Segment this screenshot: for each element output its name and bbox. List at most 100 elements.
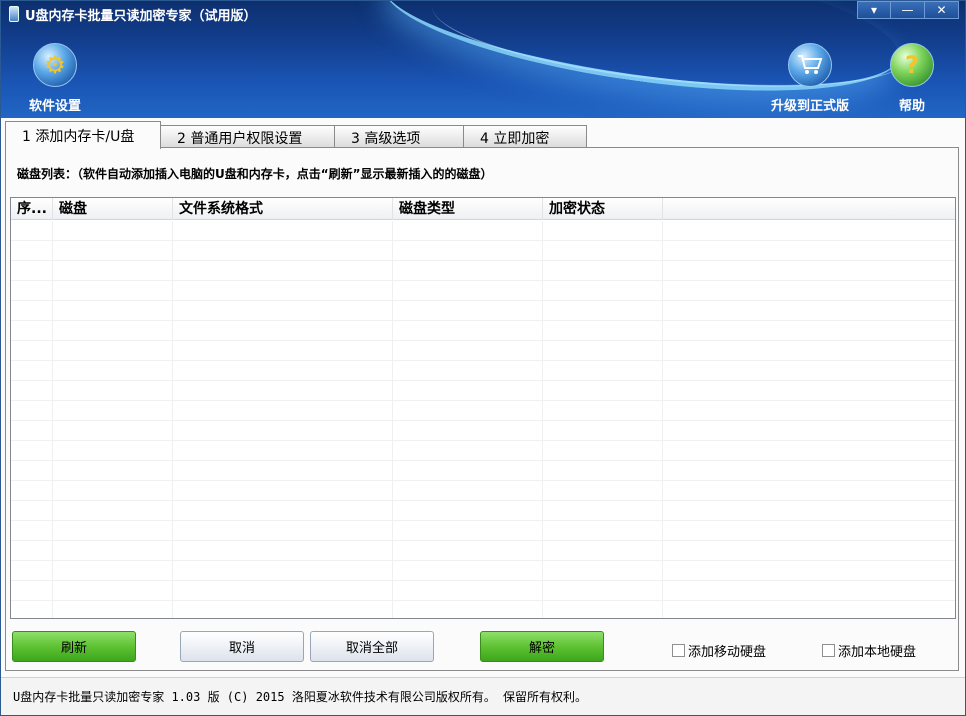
table-cell: [543, 281, 663, 301]
table-cell: [543, 241, 663, 261]
table-cell: [393, 261, 543, 281]
table-cell: [11, 321, 53, 341]
table-cell: [53, 421, 173, 441]
tab-user-permissions[interactable]: 2 普通用户权限设置: [160, 125, 335, 149]
table-row: [11, 561, 955, 581]
column-header-filesystem[interactable]: 文件系统格式: [173, 198, 393, 220]
table-cell: [11, 281, 53, 301]
table-cell: [543, 541, 663, 561]
settings-label: 软件设置: [29, 99, 82, 114]
table-row: [11, 581, 955, 601]
table-cell: [173, 221, 393, 241]
table-cell: [393, 481, 543, 501]
header-banner: U盘内存卡批量只读加密专家（试用版） ▾ — ✕ ⚙ 软件设置 升级到正式版 ?…: [1, 1, 965, 118]
disk-list-table[interactable]: 序... 磁盘 文件系统格式 磁盘类型 加密状态: [10, 197, 956, 619]
table-cell: [53, 601, 173, 618]
upgrade-label: 升级到正式版: [771, 99, 850, 114]
table-cell: [173, 541, 393, 561]
table-cell: [173, 241, 393, 261]
table-cell: [393, 301, 543, 321]
table-body: [11, 221, 955, 618]
table-cell: [11, 441, 53, 461]
table-cell: [543, 261, 663, 281]
tab-add-disk[interactable]: 1 添加内存卡/U盘: [5, 121, 161, 149]
window-title: U盘内存卡批量只读加密专家（试用版）: [25, 8, 257, 24]
table-cell: [173, 281, 393, 301]
tab-advanced-options[interactable]: 3 高级选项: [334, 125, 464, 149]
table-cell: [393, 581, 543, 601]
table-cell: [53, 481, 173, 501]
table-cell: [173, 521, 393, 541]
table-row: [11, 301, 955, 321]
table-cell: [11, 341, 53, 361]
table-row: [11, 341, 955, 361]
table-cell: [393, 321, 543, 341]
table-cell: [393, 461, 543, 481]
add-local-disk-label: 添加本地硬盘: [838, 645, 917, 660]
table-cell: [543, 361, 663, 381]
table-cell: [53, 521, 173, 541]
column-header-disk[interactable]: 磁盘: [53, 198, 173, 220]
cancel-button[interactable]: 取消: [180, 631, 304, 662]
table-cell: [173, 501, 393, 521]
table-cell: [173, 341, 393, 361]
help-button[interactable]: ? 帮助: [890, 43, 934, 114]
table-cell: [543, 381, 663, 401]
table-cell: [53, 361, 173, 381]
checkbox-box[interactable]: [672, 644, 685, 657]
table-row: [11, 541, 955, 561]
table-cell: [11, 301, 53, 321]
table-cell: [53, 281, 173, 301]
table-cell: [53, 561, 173, 581]
add-removable-disk-checkbox[interactable]: 添加移动硬盘: [672, 641, 766, 660]
gear-icon: ⚙: [33, 43, 77, 87]
table-row: [11, 501, 955, 521]
table-row: [11, 601, 955, 618]
table-cell: [11, 401, 53, 421]
table-cell: [173, 301, 393, 321]
table-cell: [11, 501, 53, 521]
table-cell: [393, 401, 543, 421]
table-cell: [543, 321, 663, 341]
table-cell: [393, 541, 543, 561]
close-button[interactable]: ✕: [925, 1, 959, 19]
table-cell: [11, 601, 53, 618]
add-local-disk-checkbox[interactable]: 添加本地硬盘: [822, 641, 916, 660]
table-cell: [53, 581, 173, 601]
checkbox-box[interactable]: [822, 644, 835, 657]
table-cell: [11, 461, 53, 481]
table-cell: [543, 521, 663, 541]
column-header-encryption-status[interactable]: 加密状态: [543, 198, 663, 220]
table-cell: [11, 541, 53, 561]
table-cell: [53, 501, 173, 521]
decrypt-button[interactable]: 解密: [480, 631, 604, 662]
table-cell: [393, 521, 543, 541]
table-cell: [53, 441, 173, 461]
table-row: [11, 221, 955, 241]
table-cell: [11, 521, 53, 541]
table-cell: [11, 381, 53, 401]
column-header-disk-type[interactable]: 磁盘类型: [393, 198, 543, 220]
cancel-all-button[interactable]: 取消全部: [310, 631, 434, 662]
settings-button[interactable]: ⚙ 软件设置: [29, 43, 81, 114]
help-question-icon: ?: [890, 43, 934, 87]
table-cell: [173, 421, 393, 441]
minimize-button[interactable]: —: [891, 1, 925, 19]
window-controls: ▾ — ✕: [857, 1, 959, 19]
table-cell: [53, 241, 173, 261]
menu-dropdown-button[interactable]: ▾: [857, 1, 891, 19]
column-header-index[interactable]: 序...: [11, 198, 53, 220]
table-cell: [11, 421, 53, 441]
tab-encrypt-now[interactable]: 4 立即加密: [463, 125, 587, 149]
table-cell: [173, 581, 393, 601]
status-bar: U盘内存卡批量只读加密专家 1.03 版 (C) 2015 洛阳夏冰软件技术有限…: [1, 677, 965, 715]
tab-strip: 1 添加内存卡/U盘 2 普通用户权限设置 3 高级选项 4 立即加密: [5, 121, 587, 149]
table-row: [11, 361, 955, 381]
refresh-button[interactable]: 刷新: [12, 631, 136, 662]
title-bar: U盘内存卡批量只读加密专家（试用版）: [9, 5, 257, 24]
table-row: [11, 441, 955, 461]
table-row: [11, 481, 955, 501]
table-cell: [53, 541, 173, 561]
upgrade-button[interactable]: 升级到正式版: [771, 43, 849, 114]
table-cell: [543, 441, 663, 461]
